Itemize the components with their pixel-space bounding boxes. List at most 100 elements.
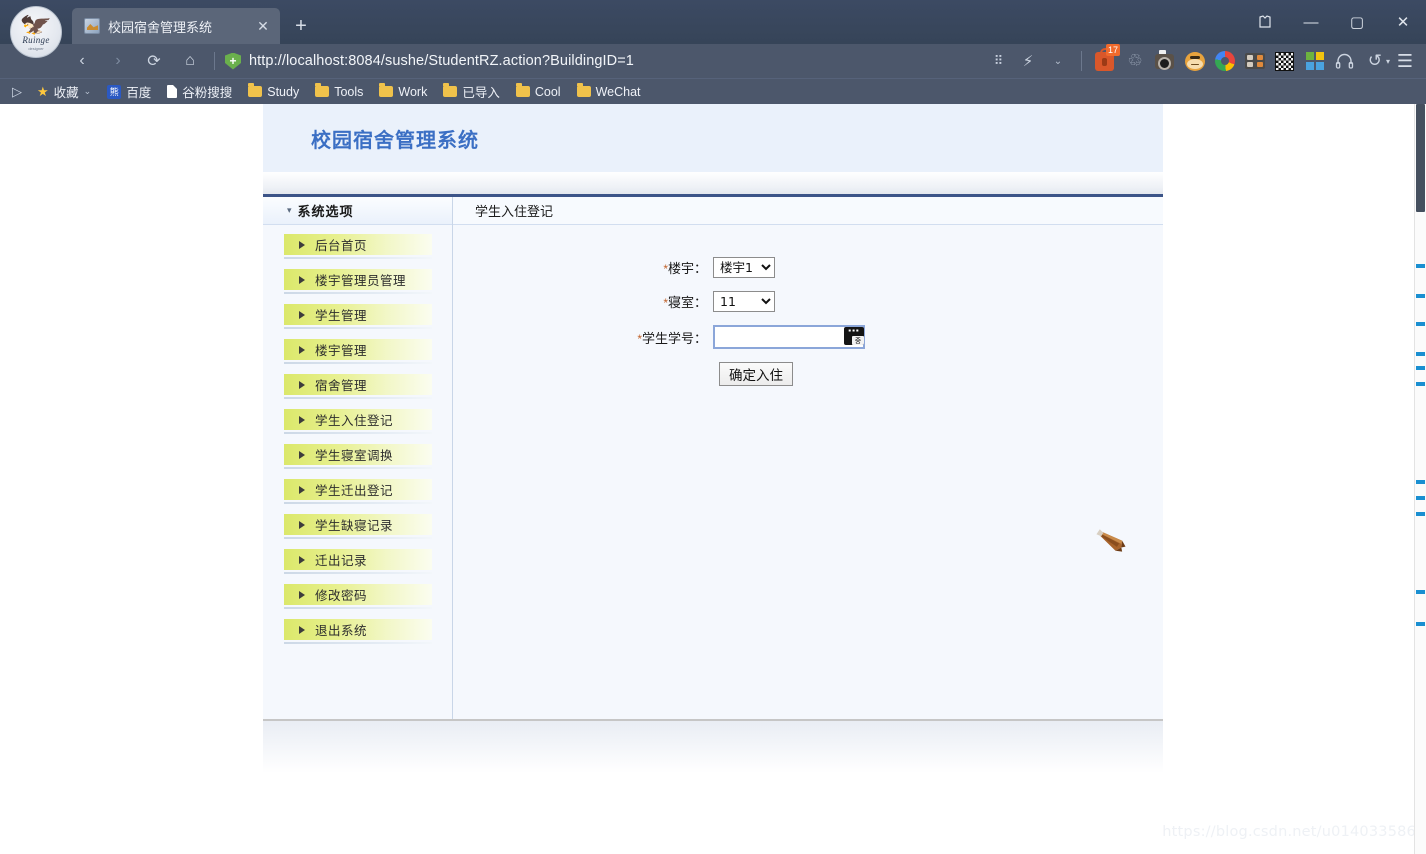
- home-button[interactable]: ⌂: [172, 44, 208, 78]
- sidebar-item-checkout-register[interactable]: 学生迁出登记: [284, 479, 432, 504]
- page-title: 校园宿舍管理系统: [311, 127, 479, 152]
- bookmark-gufen[interactable]: 谷粉搜搜: [160, 80, 239, 103]
- sidebar-item-logout[interactable]: 退出系统: [284, 619, 432, 644]
- bookmark-imported[interactable]: 已导入: [436, 80, 507, 103]
- bookmarks-expand-icon[interactable]: ▷: [10, 84, 28, 100]
- sidebar-item-room-swap[interactable]: 学生寝室调换: [284, 444, 432, 469]
- confirm-checkin-button[interactable]: 确定入住: [719, 362, 793, 386]
- vertical-scrollbar[interactable]: [1414, 104, 1426, 854]
- sidebar-item-checkin-register[interactable]: 学生入住登记: [284, 409, 432, 434]
- browser-tab[interactable]: 校园宿舍管理系统 ✕: [72, 8, 280, 44]
- content-body: *楼宇： 楼宇1 *寝室： 11 *学生学号： ▪▪▪ 중 确定入住: [453, 225, 1163, 719]
- bookmark-label: 收藏: [53, 86, 79, 100]
- microsoft-apps-icon[interactable]: [1300, 44, 1330, 78]
- sidebar-item-checkout-record[interactable]: 迁出记录: [284, 549, 432, 574]
- mouse-cursor-icon: [1090, 521, 1130, 561]
- room-select[interactable]: 11: [713, 291, 775, 312]
- scrollbar-marker: [1416, 366, 1425, 370]
- tab-title: 校园宿舍管理系统: [108, 19, 213, 35]
- headphones-icon[interactable]: [1330, 44, 1360, 78]
- new-tab-button[interactable]: +: [286, 11, 316, 41]
- url-text: http://localhost:8084/sushe/StudentRZ.ac…: [249, 53, 634, 69]
- window-minimize-button[interactable]: —: [1288, 0, 1334, 44]
- bookmarks-bar: ▷ ★ 收藏 ⌄ 熊 百度 谷粉搜搜 Study Tools Work 已导入: [0, 78, 1426, 104]
- bookmark-work[interactable]: Work: [372, 83, 434, 101]
- bookmark-label: 百度: [126, 86, 152, 100]
- toolbar-divider: [1080, 51, 1082, 71]
- back-button[interactable]: ‹: [64, 44, 100, 78]
- triangle-right-icon: [299, 310, 305, 319]
- bookmark-label: 已导入: [462, 86, 500, 100]
- sidebar-item-change-password[interactable]: 修改密码: [284, 584, 432, 609]
- scrollbar-marker: [1416, 352, 1425, 356]
- triangle-right-icon: [299, 485, 305, 494]
- triangle-right-icon: [299, 380, 305, 389]
- chrome-icon[interactable]: [1210, 44, 1240, 78]
- content-panel: 学生入住登记 *楼宇： 楼宇1 *寝室： 11 *学生学号： ▪▪▪ 중 确定入…: [453, 197, 1163, 719]
- triangle-right-icon: [299, 345, 305, 354]
- bookmark-wechat[interactable]: WeChat: [570, 83, 648, 101]
- qrcode-icon[interactable]: [1270, 44, 1300, 78]
- page-viewport: 校园宿舍管理系统 ▾ 系统选项 后台首页 楼宇管理员管理 学生管理 楼宇管理 宿…: [0, 104, 1426, 854]
- chevron-down-icon[interactable]: ⌄: [84, 86, 92, 97]
- scrollbar-marker: [1416, 382, 1425, 386]
- triangle-right-icon: [299, 520, 305, 529]
- sidebar-header[interactable]: ▾ 系统选项: [263, 197, 452, 225]
- form-row-building: *楼宇： 楼宇1: [453, 257, 1163, 278]
- toolbar-icons: ⠿ ⚡ ⌄ 17 ♲ ↺ ▾ ☰: [983, 44, 1426, 78]
- apps-grid-icon[interactable]: ⠿: [983, 44, 1013, 78]
- bookmark-label: Work: [398, 84, 428, 99]
- tab-close-icon[interactable]: ✕: [252, 15, 274, 37]
- bookmark-tools[interactable]: Tools: [308, 83, 370, 101]
- bookmark-label: WeChat: [595, 84, 641, 99]
- shirt-skin-icon[interactable]: [1242, 0, 1288, 44]
- camera-icon[interactable]: [1150, 44, 1180, 78]
- building-select[interactable]: 楼宇1: [713, 257, 775, 278]
- triangle-right-icon: [299, 450, 305, 459]
- security-lock-icon[interactable]: 17: [1090, 44, 1120, 78]
- bookmark-study[interactable]: Study: [241, 83, 306, 101]
- sidebar-item-label: 学生迁出登记: [315, 484, 394, 498]
- scrollbar-marker: [1416, 322, 1425, 326]
- calculator-icon[interactable]: [1240, 44, 1270, 78]
- triangle-right-icon: [299, 555, 305, 564]
- forward-button[interactable]: ›: [100, 44, 136, 78]
- sidebar-item-label: 学生入住登记: [315, 414, 394, 428]
- recycle-icon[interactable]: ♲: [1120, 44, 1150, 78]
- sidebar-item-building-admin[interactable]: 楼宇管理员管理: [284, 269, 432, 294]
- window-maximize-button[interactable]: ▢: [1334, 0, 1380, 44]
- chevron-down-icon[interactable]: ⌄: [1043, 44, 1073, 78]
- bookmark-favorites[interactable]: ★ 收藏 ⌄: [30, 80, 98, 103]
- sidebar-item-student-mgmt[interactable]: 学生管理: [284, 304, 432, 329]
- room-label: *寝室：: [453, 292, 713, 311]
- folder-icon: [576, 83, 591, 97]
- reload-button[interactable]: ⟳: [136, 44, 172, 78]
- sidebar-item-building-mgmt[interactable]: 楼宇管理: [284, 339, 432, 364]
- bookmark-cool[interactable]: Cool: [509, 83, 568, 101]
- triangle-right-icon: [299, 590, 305, 599]
- scrollbar-marker: [1416, 496, 1425, 500]
- sidebar-item-absence-record[interactable]: 学生缺寝记录: [284, 514, 432, 539]
- sidebar-item-home[interactable]: 后台首页: [284, 234, 432, 259]
- triangle-right-icon: [299, 275, 305, 284]
- sidebar-item-label: 后台首页: [315, 239, 368, 253]
- building-label: *楼宇：: [453, 258, 713, 277]
- chevron-down-icon[interactable]: ▾: [287, 205, 292, 216]
- scrollbar-marker: [1416, 590, 1425, 594]
- undo-icon[interactable]: ↺: [1360, 44, 1390, 78]
- monkey-face-icon[interactable]: [1180, 44, 1210, 78]
- bookmark-baidu[interactable]: 熊 百度: [100, 80, 158, 103]
- triangle-right-icon: [299, 240, 305, 249]
- sidebar-item-dorm-mgmt[interactable]: 宿舍管理: [284, 374, 432, 399]
- window-close-button[interactable]: ✕: [1380, 0, 1426, 44]
- building-label-text: 楼宇：: [667, 261, 707, 276]
- tab-favicon-icon: [84, 18, 100, 34]
- scrollbar-thumb[interactable]: [1416, 104, 1425, 212]
- hamburger-menu-icon[interactable]: ☰: [1390, 44, 1420, 78]
- student-id-input-wrapper: ▪▪▪ 중: [713, 325, 865, 349]
- lightning-icon[interactable]: ⚡: [1013, 44, 1043, 78]
- address-bar[interactable]: + http://localhost:8084/sushe/StudentRZ.…: [225, 52, 983, 70]
- student-id-input[interactable]: [713, 325, 865, 349]
- tab-student-checkin[interactable]: 学生入住登记: [475, 201, 553, 220]
- security-shield-icon: +: [225, 52, 241, 70]
